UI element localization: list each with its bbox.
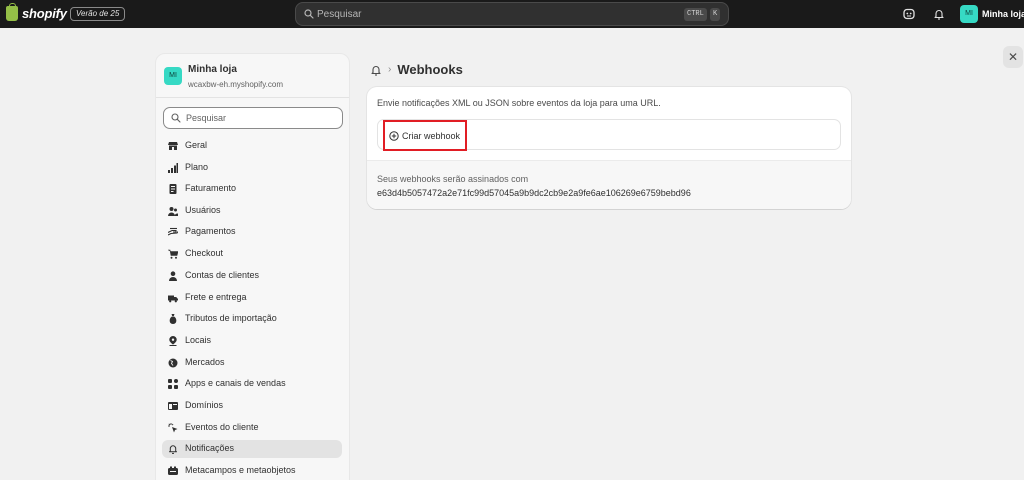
bell-icon — [169, 445, 177, 454]
sidebar-item-label: Usuários — [185, 205, 221, 215]
shopify-logo[interactable]: shopify — [6, 3, 67, 21]
search-placeholder: Pesquisar — [186, 113, 227, 123]
store-avatar: MI — [164, 67, 182, 85]
search-icon — [171, 113, 181, 123]
truck-icon — [168, 295, 178, 303]
shortcut-k-key: K — [710, 8, 721, 21]
sidebar-item-label: Plano — [185, 162, 209, 172]
sidebar-item-faturamento[interactable]: Faturamento — [162, 180, 342, 198]
bell-icon[interactable] — [933, 8, 945, 20]
sidebar-item-metacampos[interactable]: Metacampos e metaobjetos — [162, 462, 342, 480]
location-icon — [169, 336, 177, 346]
store-name-top[interactable]: Minha loja — [982, 9, 1024, 19]
sidebar-item-dominios[interactable]: Domínios — [162, 397, 342, 415]
webhooks-card: Envie notificações XML ou JSON sobre eve… — [367, 87, 851, 209]
sidebar-item-label: Frete e entrega — [185, 292, 247, 302]
sidebar-item-locais[interactable]: Locais — [162, 332, 342, 350]
sidebar-item-label: Apps e canais de vendas — [185, 378, 286, 388]
settings-search-input[interactable]: Pesquisar — [163, 107, 343, 129]
version-badge[interactable]: Verão de 25 — [70, 7, 126, 21]
signing-hash: e63d4b5057472a2e71fc99d57045a9b9dc2cb9e2… — [377, 188, 691, 198]
avatar[interactable]: MI — [960, 5, 978, 23]
users-icon — [168, 207, 178, 216]
global-search-input[interactable]: Pesquisar CTRL K — [295, 2, 729, 26]
sidebar-item-checkout[interactable]: Checkout — [162, 245, 342, 263]
chart-icon — [168, 163, 178, 173]
store-domain: wcaxbw-eh.myshopify.com — [188, 80, 283, 89]
sidebar-item-apps-e-canais[interactable]: Apps e canais de vendas — [162, 375, 342, 393]
sidebar-item-usuarios[interactable]: Usuários — [162, 202, 342, 220]
sidebar-item-label: Tributos de importação — [185, 313, 277, 323]
metafields-icon — [168, 466, 178, 475]
store-header[interactable]: MI Minha loja wcaxbw-eh.myshopify.com — [156, 54, 349, 98]
globe-icon — [168, 358, 178, 368]
sidebar-item-pagamentos[interactable]: Pagamentos — [162, 223, 342, 241]
sidebar-item-label: Locais — [185, 335, 212, 345]
signing-text: Seus webhooks serão assinados com — [377, 174, 529, 184]
breadcrumb: › Webhooks — [370, 62, 463, 77]
sidebar-item-label: Contas de clientes — [185, 270, 260, 280]
logo-text: shopify — [22, 6, 67, 21]
cart-icon — [168, 249, 178, 259]
breadcrumb-separator: › — [388, 64, 392, 75]
sidebar-item-label: Pagamentos — [185, 226, 236, 236]
sidebar-item-label: Metacampos e metaobjetos — [185, 465, 296, 475]
apps-icon — [168, 379, 178, 389]
sidebar-item-contas-de-clientes[interactable]: Contas de clientes — [162, 267, 342, 285]
sidebar-item-label: Eventos do cliente — [185, 422, 259, 432]
sidebar-item-mercados[interactable]: Mercados — [162, 354, 342, 372]
bell-icon[interactable] — [370, 64, 382, 76]
search-icon — [304, 9, 314, 19]
sidebar-item-plano[interactable]: Plano — [162, 159, 342, 177]
sidebar-item-frete-e-entrega[interactable]: Frete e entrega — [162, 289, 342, 307]
shortcut-ctrl-key: CTRL — [684, 8, 707, 21]
sidebar-item-label: Checkout — [185, 248, 224, 258]
sidebar-item-eventos-do-cliente[interactable]: Eventos do cliente — [162, 419, 342, 437]
sidebar-item-label: Geral — [185, 140, 208, 150]
close-button[interactable]: ✕ — [1003, 46, 1023, 68]
search-placeholder: Pesquisar — [317, 9, 362, 20]
domain-icon — [168, 402, 178, 410]
sidebar-item-geral[interactable]: Geral — [162, 137, 342, 155]
shopify-bag-icon — [6, 3, 18, 21]
sidebar-item-label: Notificações — [185, 443, 235, 453]
payments-icon — [168, 227, 178, 236]
create-webhook-label: Criar webhook — [402, 130, 461, 141]
sidebar-item-tributos-de-importacao[interactable]: Tributos de importação — [162, 310, 342, 328]
sidebar-item-label: Mercados — [185, 357, 225, 367]
page-title: Webhooks — [397, 62, 463, 77]
sidebar-item-notificacoes[interactable]: Notificações — [162, 440, 342, 458]
webhooks-description: Envie notificações XML ou JSON sobre eve… — [377, 98, 661, 108]
cursor-icon — [168, 423, 178, 433]
receipt-icon — [169, 184, 177, 194]
sidebar-item-label: Domínios — [185, 400, 224, 410]
plus-circle-icon — [389, 130, 399, 141]
store-icon — [168, 142, 178, 150]
store-name: Minha loja — [188, 64, 237, 75]
card-footer: Seus webhooks serão assinados com e63d4b… — [367, 160, 851, 209]
sidebar-item-label: Faturamento — [185, 183, 237, 193]
money-bag-icon — [169, 314, 177, 324]
person-icon — [169, 271, 177, 281]
create-webhook-button[interactable]: Criar webhook — [383, 120, 467, 151]
settings-sidebar: MI Minha loja wcaxbw-eh.myshopify.com Pe… — [155, 53, 350, 480]
top-bar: shopify Verão de 25 Pesquisar CTRL K MI … — [0, 0, 1024, 28]
sidekick-icon[interactable] — [903, 8, 915, 20]
